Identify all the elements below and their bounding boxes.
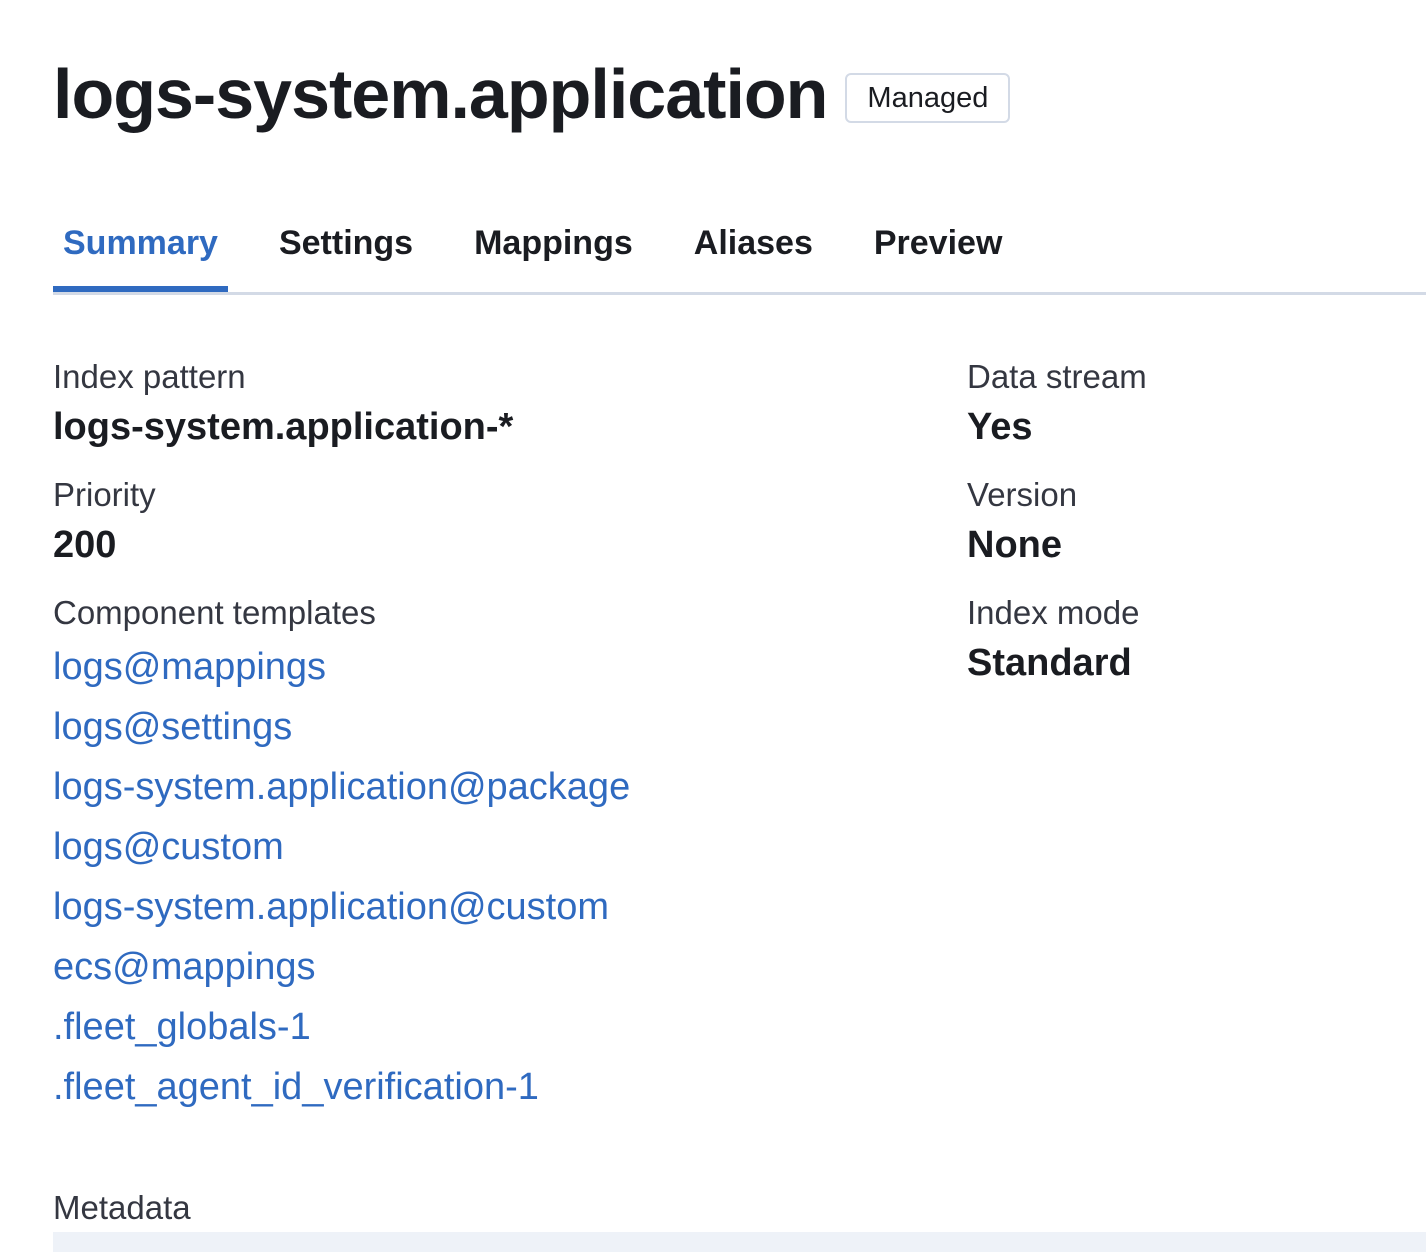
version-label: Version bbox=[967, 476, 1078, 513]
tab-settings[interactable]: Settings bbox=[269, 212, 423, 289]
component-template-link[interactable]: logs@mappings bbox=[53, 637, 630, 697]
tab-summary[interactable]: Summary bbox=[53, 212, 228, 292]
component-template-link[interactable]: ecs@mappings bbox=[53, 937, 630, 997]
data-stream-value: Yes bbox=[967, 406, 1033, 448]
index-pattern-label: Index pattern bbox=[53, 358, 246, 395]
component-templates-list: logs@mappings logs@settings logs-system.… bbox=[53, 637, 630, 1117]
component-template-link[interactable]: logs@custom bbox=[53, 817, 630, 877]
component-template-link[interactable]: logs-system.application@custom bbox=[53, 877, 630, 937]
data-stream-label: Data stream bbox=[967, 358, 1147, 395]
summary-left-column: Index pattern logs-system.application-* … bbox=[53, 355, 630, 1117]
component-templates-label: Component templates bbox=[53, 594, 376, 631]
component-template-link[interactable]: logs-system.application@package bbox=[53, 757, 630, 817]
summary-right-column: Data stream Yes Version None Index mode … bbox=[967, 355, 1147, 709]
priority-value: 200 bbox=[53, 524, 117, 566]
component-template-link[interactable]: .fleet_agent_id_verification-1 bbox=[53, 1057, 630, 1117]
page-title: logs-system.application bbox=[53, 55, 828, 133]
component-template-link[interactable]: logs@settings bbox=[53, 697, 630, 757]
priority-label: Priority bbox=[53, 476, 156, 513]
tab-aliases[interactable]: Aliases bbox=[684, 212, 823, 289]
index-mode-label: Index mode bbox=[967, 594, 1140, 631]
tab-preview[interactable]: Preview bbox=[864, 212, 1013, 289]
managed-badge: Managed bbox=[845, 73, 1011, 123]
version-value: None bbox=[967, 524, 1062, 566]
page-header: logs-system.application Managed bbox=[53, 54, 1011, 134]
tab-mappings[interactable]: Mappings bbox=[464, 212, 643, 289]
tab-bar: Summary Settings Mappings Aliases Previe… bbox=[53, 212, 1426, 295]
metadata-code-block bbox=[53, 1232, 1426, 1252]
index-mode-value: Standard bbox=[967, 642, 1132, 684]
metadata-label: Metadata bbox=[53, 1189, 191, 1226]
index-pattern-value: logs-system.application-* bbox=[53, 406, 514, 448]
component-template-link[interactable]: .fleet_globals-1 bbox=[53, 997, 630, 1057]
